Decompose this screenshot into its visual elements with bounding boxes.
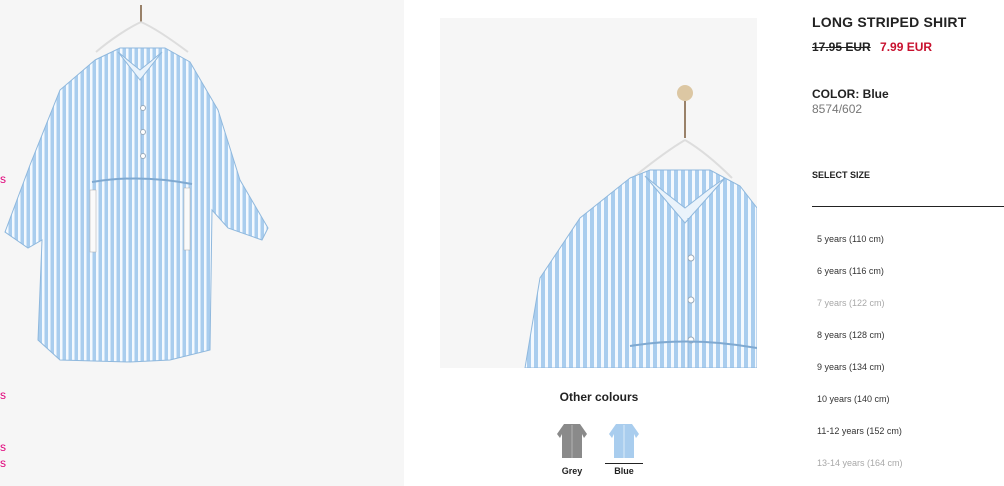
left-edge-link-1[interactable]: s [0, 172, 8, 186]
size-list: 5 years (110 cm) 6 years (116 cm) 7 year… [817, 233, 1004, 486]
grey-shirt-thumbnail [557, 424, 587, 458]
sale-price: 7.99 EUR [880, 40, 933, 54]
colour-swatch-blue[interactable]: Blue [605, 420, 643, 476]
size-option-6y[interactable]: 6 years (116 cm) [817, 265, 1004, 297]
size-option-7y[interactable]: 7 years (122 cm) [817, 297, 1004, 329]
size-option-8y[interactable]: 8 years (128 cm) [817, 329, 1004, 361]
left-edge-link-3[interactable]: s [0, 440, 8, 454]
product-title: LONG STRIPED SHIRT [812, 14, 967, 30]
product-page: s s s s Other colours Grey Blue LONG STR… [0, 0, 1004, 486]
size-divider [812, 206, 1004, 207]
colour-swatch-grey[interactable]: Grey [554, 420, 590, 476]
blue-shirt-thumbnail [609, 424, 639, 458]
swatch-label-grey: Grey [561, 466, 583, 476]
secondary-product-image[interactable] [440, 18, 757, 368]
size-option-9y[interactable]: 9 years (134 cm) [817, 361, 1004, 393]
left-edge-link-2[interactable]: s [0, 388, 8, 402]
main-shirt-illustration [4, 5, 269, 363]
size-option-11-12y[interactable]: 11-12 years (152 cm) [817, 425, 1004, 457]
left-edge-link-4[interactable]: s [0, 456, 8, 470]
main-product-image[interactable]: s s s s [0, 0, 404, 486]
size-option-10y[interactable]: 10 years (140 cm) [817, 393, 1004, 425]
selected-color-label: COLOR: Blue [812, 87, 889, 101]
price-row: 17.95 EUR 7.99 EUR [812, 40, 932, 54]
product-reference: 8574/602 [812, 102, 863, 116]
detail-shirt-illustration [524, 85, 757, 368]
size-option-13-14y[interactable]: 13-14 years (164 cm) [817, 457, 1004, 486]
other-colours-title: Other colours [559, 390, 639, 404]
old-price: 17.95 EUR [812, 40, 871, 54]
select-size-title: SELECT SIZE [812, 170, 871, 180]
selected-swatch-underline [605, 463, 643, 464]
swatch-label-blue: Blue [614, 466, 634, 476]
size-option-5y[interactable]: 5 years (110 cm) [817, 233, 1004, 265]
